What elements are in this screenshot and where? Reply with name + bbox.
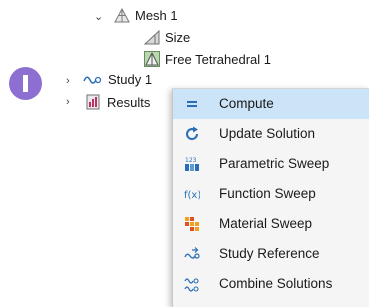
menu-item-combine-solutions[interactable]: Combine Solutions: [173, 269, 369, 299]
study-icon: [83, 76, 102, 84]
step-marker: [9, 67, 42, 100]
menu-item-update-solution[interactable]: Update Solution: [173, 119, 369, 149]
chevron-right-icon[interactable]: ›: [66, 75, 70, 87]
material-sweep-icon: [185, 217, 199, 231]
size-icon: [144, 30, 160, 45]
svg-text:f(x): f(x): [184, 190, 200, 201]
tree-item-study[interactable]: Study 1: [108, 72, 152, 88]
menu-item-study-reference[interactable]: Study Reference: [173, 239, 369, 269]
chevron-down-icon[interactable]: ⌄: [94, 11, 103, 23]
menu-item-compute[interactable]: Compute: [173, 89, 369, 119]
context-menu: Compute Update Solution 123 Parametric S…: [172, 88, 369, 307]
tree-item-size[interactable]: Size: [165, 30, 190, 46]
menu-item-material-sweep[interactable]: Material Sweep: [173, 209, 369, 239]
results-icon: [86, 94, 100, 110]
tree-item-results[interactable]: Results: [107, 95, 150, 111]
menu-item-function-sweep[interactable]: f(x) Function Sweep: [173, 179, 369, 209]
compute-icon: [187, 101, 197, 107]
chevron-right-icon[interactable]: ›: [66, 96, 70, 108]
combine-solutions-icon: [184, 278, 199, 292]
menu-item-parametric-sweep[interactable]: 123 Parametric Sweep: [173, 149, 369, 179]
mesh-icon: [114, 8, 130, 23]
svg-text:123: 123: [185, 157, 197, 164]
study-reference-icon: [184, 247, 200, 259]
tree-item-free-tetrahedral[interactable]: Free Tetrahedral 1: [165, 52, 271, 68]
update-solution-icon: [186, 126, 199, 141]
function-sweep-icon: f(x): [184, 190, 200, 201]
tree-item-mesh[interactable]: Mesh 1: [135, 8, 178, 24]
parametric-sweep-icon: 123: [185, 157, 199, 171]
free-tetrahedral-icon: [144, 51, 160, 67]
